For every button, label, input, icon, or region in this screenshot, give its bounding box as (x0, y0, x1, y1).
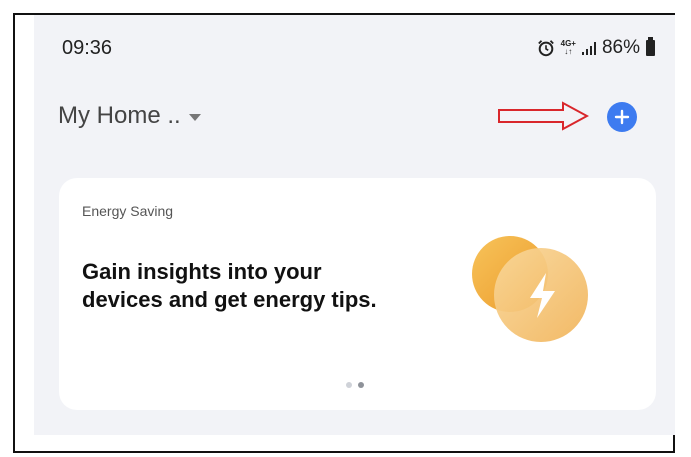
pagination-dot[interactable] (346, 382, 352, 388)
lightning-bolt-icon (472, 236, 588, 342)
status-time: 09:36 (62, 37, 113, 59)
alarm-icon (537, 40, 554, 57)
signal-icon (581, 41, 596, 55)
chevron-down-icon (188, 113, 201, 121)
status-icons: 4G+ ↓↑ 86% (537, 37, 655, 59)
add-device-button[interactable] (607, 102, 637, 132)
plus-icon (614, 109, 630, 125)
card-label: Energy Saving (82, 203, 174, 219)
home-selector[interactable]: My Home .. (58, 102, 201, 130)
home-name: My Home .. (58, 102, 181, 129)
battery-percent: 86% (601, 37, 640, 58)
battery-icon (646, 37, 655, 56)
carousel-pagination[interactable] (346, 382, 364, 388)
network-4g-icon: 4G+ ↓↑ (560, 39, 576, 56)
app-screen: 09:36 4G+ ↓↑ 86% My Home .. Energy Savin… (34, 15, 675, 435)
energy-saving-card[interactable]: Energy Saving Gain insights into your de… (59, 178, 656, 410)
annotation-arrow-icon (498, 101, 589, 131)
pagination-dot-active[interactable] (358, 382, 364, 388)
card-headline: Gain insights into your devices and get … (82, 259, 377, 312)
